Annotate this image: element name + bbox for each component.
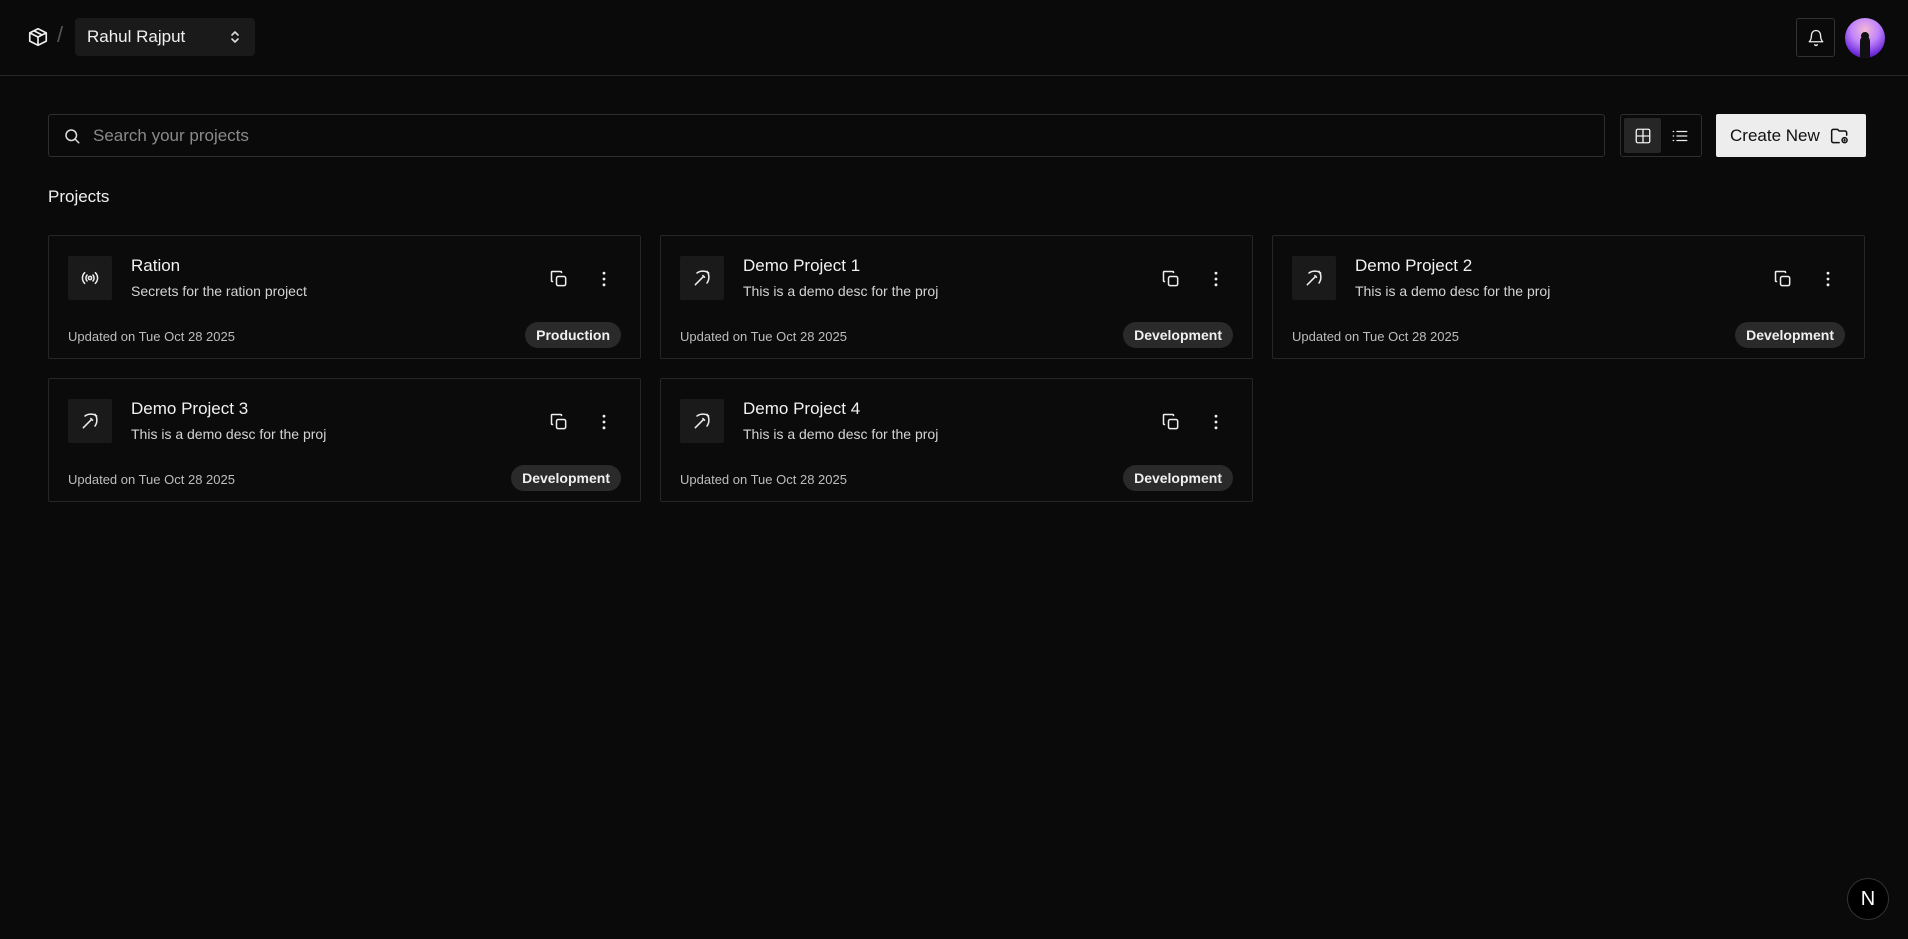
project-avatar [68, 399, 112, 443]
org-switcher[interactable]: Rahul Rajput [75, 18, 255, 56]
copy-icon[interactable] [549, 412, 569, 432]
chevrons-up-down-icon [231, 31, 239, 43]
environment-badge: Production [525, 322, 621, 348]
create-new-button[interactable]: Create New [1716, 114, 1866, 157]
copy-icon[interactable] [1773, 269, 1793, 289]
projects-heading: Projects [48, 187, 110, 206]
project-description: This is a demo desc for the proj [131, 426, 327, 442]
project-title: Demo Project 4 [743, 399, 861, 418]
list-view-button[interactable] [1661, 118, 1698, 153]
search-bar [48, 114, 1605, 157]
pickaxe-icon [82, 413, 98, 429]
project-description: This is a demo desc for the proj [743, 426, 939, 442]
more-vertical-icon[interactable] [1206, 412, 1226, 432]
environment-badge: Development [1123, 465, 1233, 491]
search-input[interactable] [93, 115, 1593, 156]
project-updated-date: Updated on Tue Oct 28 2025 [68, 472, 235, 487]
project-title: Demo Project 1 [743, 256, 861, 275]
project-avatar [68, 256, 112, 300]
project-title: Demo Project 3 [131, 399, 249, 418]
create-new-label: Create New [1730, 125, 1820, 145]
more-vertical-icon[interactable] [594, 412, 614, 432]
more-vertical-icon[interactable] [1818, 269, 1838, 289]
view-toggle [1620, 114, 1702, 157]
notifications-button[interactable] [1796, 18, 1835, 57]
project-updated-date: Updated on Tue Oct 28 2025 [1292, 329, 1459, 344]
dev-tools-indicator[interactable]: N [1847, 878, 1889, 920]
dev-indicator-label: N [1860, 887, 1876, 910]
pickaxe-icon [694, 270, 710, 286]
grid-icon [1635, 128, 1650, 143]
project-title: Demo Project 2 [1355, 256, 1473, 275]
copy-icon[interactable] [549, 269, 569, 289]
list-icon [1672, 130, 1687, 141]
project-card[interactable]: Ration Secrets for the ration project Up… [48, 235, 641, 359]
pickaxe-icon [1306, 270, 1322, 286]
package-icon[interactable] [27, 26, 49, 48]
copy-icon[interactable] [1161, 269, 1181, 289]
project-avatar [680, 399, 724, 443]
folder-plus-icon [1830, 128, 1848, 143]
org-name: Rahul Rajput [87, 27, 186, 46]
copy-icon[interactable] [1161, 412, 1181, 432]
bell-icon [1808, 29, 1823, 46]
project-avatar [1292, 256, 1336, 300]
environment-badge: Development [1123, 322, 1233, 348]
project-card[interactable]: Demo Project 2 This is a demo desc for t… [1272, 235, 1865, 359]
environment-badge: Development [511, 465, 621, 491]
project-card[interactable]: Demo Project 4 This is a demo desc for t… [660, 378, 1253, 502]
grid-view-button[interactable] [1624, 118, 1661, 153]
more-vertical-icon[interactable] [594, 269, 614, 289]
project-updated-date: Updated on Tue Oct 28 2025 [680, 329, 847, 344]
more-vertical-icon[interactable] [1206, 269, 1226, 289]
project-description: This is a demo desc for the proj [1355, 283, 1551, 299]
project-avatar [680, 256, 724, 300]
pickaxe-icon [694, 413, 710, 429]
breadcrumb-separator: / [57, 22, 64, 47]
avatar-body [1860, 36, 1870, 58]
user-avatar[interactable] [1845, 18, 1885, 58]
project-title: Ration [131, 256, 181, 275]
project-card[interactable]: Demo Project 1 This is a demo desc for t… [660, 235, 1253, 359]
search-icon [65, 129, 80, 144]
project-updated-date: Updated on Tue Oct 28 2025 [680, 472, 847, 487]
project-description: This is a demo desc for the proj [743, 283, 939, 299]
environment-badge: Development [1735, 322, 1845, 348]
broadcast-icon [81, 271, 99, 285]
project-updated-date: Updated on Tue Oct 28 2025 [68, 329, 235, 344]
project-card[interactable]: Demo Project 3 This is a demo desc for t… [48, 378, 641, 502]
top-bar: / Rahul Rajput [0, 0, 1908, 76]
project-description: Secrets for the ration project [131, 283, 307, 299]
